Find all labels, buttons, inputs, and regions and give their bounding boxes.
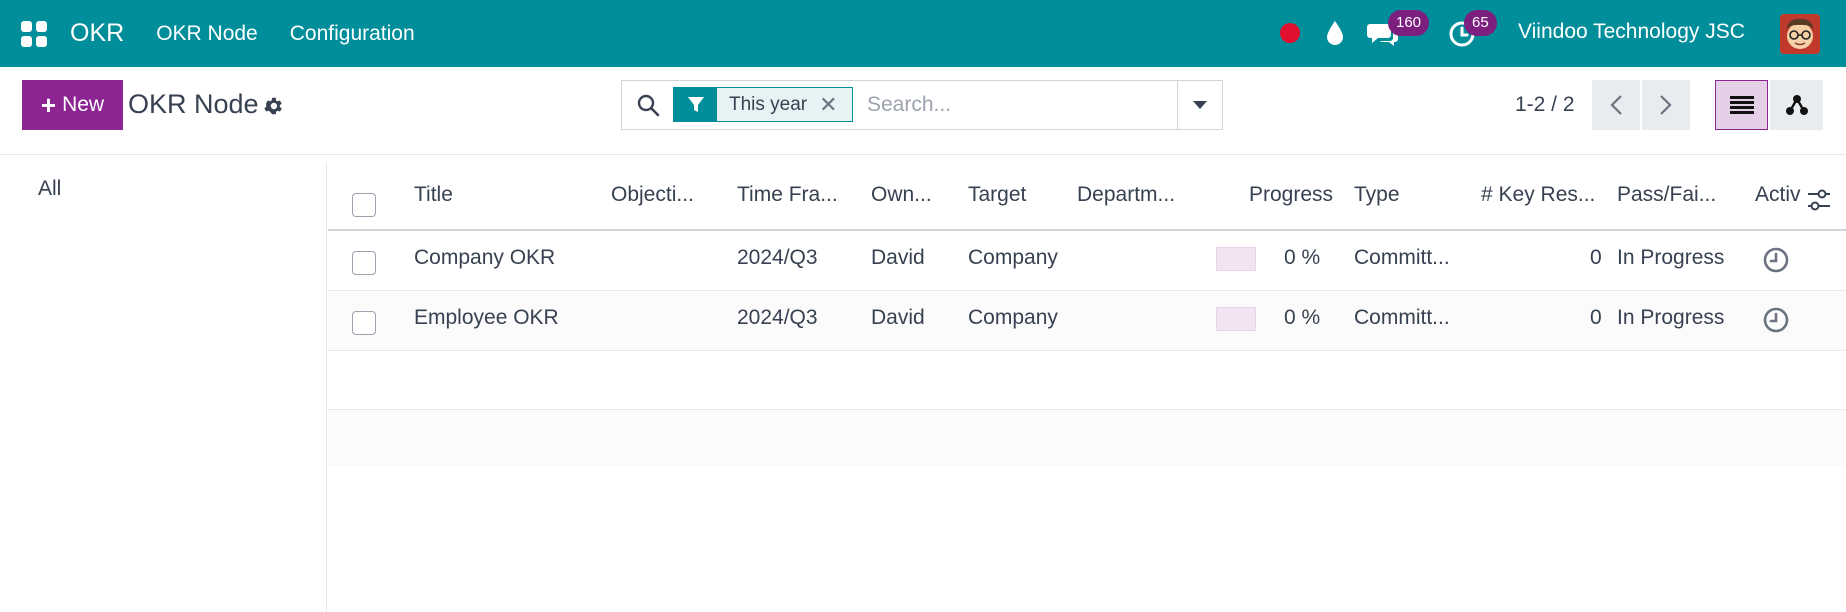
filter-icon bbox=[674, 88, 717, 121]
hierarchy-icon bbox=[1785, 95, 1808, 115]
cell-progress-value: 0 % bbox=[1284, 306, 1321, 329]
facet-value: This year bbox=[717, 88, 820, 121]
avatar[interactable] bbox=[1780, 14, 1820, 54]
pager-next-button[interactable] bbox=[1642, 80, 1690, 130]
list-icon bbox=[1729, 96, 1754, 114]
chat-count-badge: 160 bbox=[1388, 10, 1430, 36]
caret-down-icon bbox=[1193, 101, 1207, 109]
cell-title: Employee OKR bbox=[414, 306, 559, 329]
chevron-right-icon bbox=[1660, 95, 1672, 115]
cell-progress-value: 0 % bbox=[1284, 246, 1321, 269]
cell-owner: David bbox=[871, 246, 925, 269]
top-navbar: OKR OKR Node Configuration 160 65 Viindo… bbox=[0, 0, 1846, 67]
gear-icon[interactable] bbox=[262, 95, 284, 117]
search-bar: This year ✕ bbox=[621, 80, 1178, 130]
record-icon[interactable] bbox=[1280, 23, 1300, 43]
cell-time-frame: 2024/Q3 bbox=[737, 246, 818, 269]
search-options-toggle[interactable] bbox=[1178, 80, 1223, 130]
col-owner[interactable]: Own... bbox=[871, 183, 932, 207]
activity-count-badge: 65 bbox=[1464, 10, 1497, 36]
cell-key-results: 0 bbox=[1590, 246, 1602, 269]
list-view-button[interactable] bbox=[1715, 80, 1768, 130]
apps-menu-icon[interactable] bbox=[21, 20, 47, 47]
list-empty-area bbox=[328, 466, 1846, 612]
col-department[interactable]: Departm... bbox=[1077, 183, 1175, 207]
app-name[interactable]: OKR bbox=[70, 19, 124, 48]
select-all-checkbox[interactable] bbox=[352, 193, 376, 217]
col-type[interactable]: Type bbox=[1354, 183, 1400, 207]
cell-target: Company bbox=[968, 246, 1058, 269]
search-icon[interactable] bbox=[636, 93, 660, 117]
cell-target: Company bbox=[968, 306, 1058, 329]
sidebar-item-all[interactable]: All bbox=[38, 177, 61, 201]
cell-pass-fail: In Progress bbox=[1617, 246, 1725, 269]
table-header: Title Objecti... Time Fra... Own... Targ… bbox=[328, 163, 1846, 231]
menu-okr-node[interactable]: OKR Node bbox=[156, 22, 258, 46]
cell-pass-fail: In Progress bbox=[1617, 306, 1725, 329]
col-time-frame[interactable]: Time Fra... bbox=[737, 183, 838, 207]
progress-bar bbox=[1216, 247, 1256, 271]
column-settings-icon[interactable] bbox=[1806, 187, 1832, 213]
col-pass-fail[interactable]: Pass/Fai... bbox=[1617, 183, 1716, 207]
cell-time-frame: 2024/Q3 bbox=[737, 306, 818, 329]
menu-configuration[interactable]: Configuration bbox=[290, 22, 415, 46]
row-checkbox[interactable] bbox=[352, 311, 376, 335]
cell-owner: David bbox=[871, 306, 925, 329]
col-objective[interactable]: Objecti... bbox=[611, 183, 694, 207]
pager-value[interactable]: 1-2 / 2 bbox=[1515, 93, 1575, 117]
new-button-label: New bbox=[62, 93, 105, 116]
progress-bar bbox=[1216, 307, 1256, 331]
drop-icon[interactable] bbox=[1324, 19, 1346, 47]
chevron-left-icon bbox=[1610, 95, 1622, 115]
new-button[interactable]: + New bbox=[22, 80, 123, 130]
cell-key-results: 0 bbox=[1590, 306, 1602, 329]
col-progress[interactable]: Progress bbox=[1249, 183, 1333, 207]
activity-clock-icon[interactable] bbox=[1762, 306, 1790, 334]
activity-clock-icon[interactable] bbox=[1762, 246, 1790, 274]
cell-type: Committ... bbox=[1354, 306, 1450, 329]
col-activities[interactable]: Activi bbox=[1755, 183, 1801, 207]
search-input[interactable] bbox=[867, 87, 1167, 123]
search-facet: This year ✕ bbox=[673, 87, 853, 122]
page-title: OKR Node bbox=[128, 89, 259, 119]
empty-row bbox=[328, 351, 1846, 410]
row-checkbox[interactable] bbox=[352, 251, 376, 275]
plus-icon: + bbox=[40, 90, 57, 120]
sidebar-panel: All bbox=[0, 163, 327, 612]
table-row[interactable]: Company OKR 2024/Q3 David Company 0 % Co… bbox=[328, 231, 1846, 291]
col-target[interactable]: Target bbox=[968, 183, 1026, 207]
table-row[interactable]: Employee OKR 2024/Q3 David Company 0 % C… bbox=[328, 291, 1846, 351]
empty-row bbox=[328, 410, 1846, 469]
company-switcher[interactable]: Viindoo Technology JSC bbox=[1518, 20, 1745, 44]
okr-node-list: Title Objecti... Time Fra... Own... Targ… bbox=[328, 163, 1846, 469]
remove-facet-icon[interactable]: ✕ bbox=[819, 88, 852, 121]
hierarchy-view-button[interactable] bbox=[1770, 80, 1823, 130]
control-panel: + New OKR Node This year ✕ 1-2 / 2 bbox=[0, 67, 1846, 155]
cell-type: Committ... bbox=[1354, 246, 1450, 269]
cell-title: Company OKR bbox=[414, 246, 556, 269]
col-title[interactable]: Title bbox=[414, 183, 453, 207]
pager-previous-button[interactable] bbox=[1592, 80, 1640, 130]
col-key-results[interactable]: # Key Res... bbox=[1481, 183, 1595, 207]
